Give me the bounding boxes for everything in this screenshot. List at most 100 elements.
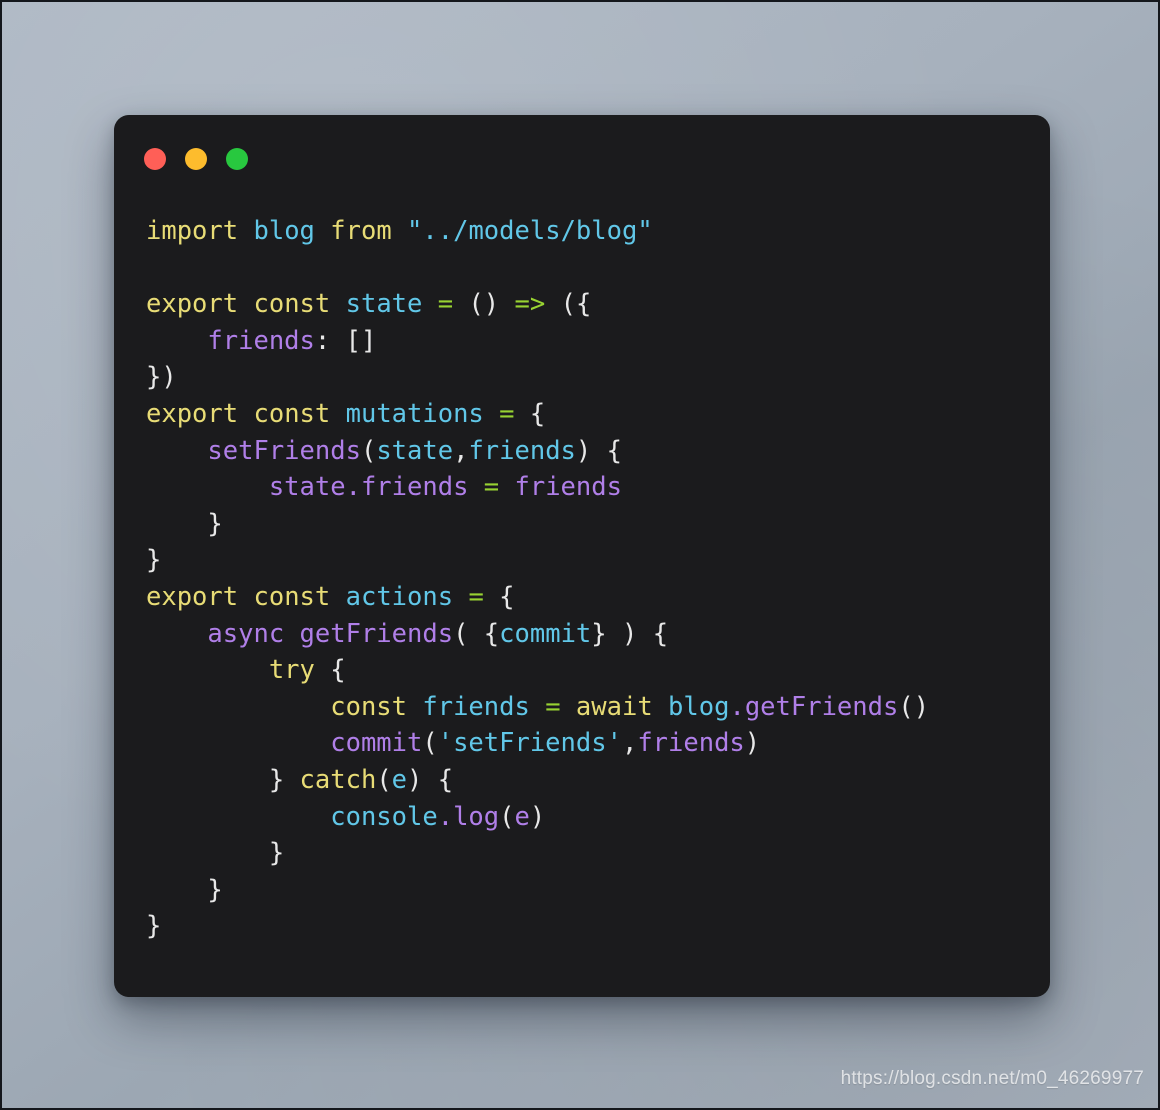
code-line-20: } xyxy=(146,908,1050,945)
token-punct-brace: } xyxy=(146,508,223,539)
code-line-1: import blog from "../models/blog" xyxy=(146,213,1050,250)
watermark-url: https://blog.csdn.net/m0_46269977 xyxy=(840,1068,1144,1089)
code-line-3: export const state = () => ({ xyxy=(146,286,1050,323)
token-function-getfriends: getFriends xyxy=(299,618,454,649)
token-keyword-const: const xyxy=(253,289,331,320)
code-line-13: try { xyxy=(146,652,1050,689)
token-identifier-mutations: mutations xyxy=(345,398,484,429)
code-line-7: setFriends(state,friends) { xyxy=(146,433,1050,470)
token-punct-rparen: ) xyxy=(407,764,423,795)
token-identifier-actions: actions xyxy=(345,581,454,612)
code-line-16: } catch(e) { xyxy=(146,762,1050,799)
token-keyword-await: await xyxy=(575,691,653,722)
token-object-console: console xyxy=(330,801,438,832)
token-keyword-export: export xyxy=(146,398,239,429)
token-keyword-async: async xyxy=(207,618,285,649)
token-string-module-path: "../models/blog" xyxy=(407,216,653,246)
token-object-blog: blog xyxy=(668,691,730,722)
token-punct-lparen: ( xyxy=(499,801,515,832)
token-punct-brace: { xyxy=(652,618,669,649)
token-keyword-from: from xyxy=(330,216,392,246)
token-punct-rparen: ) xyxy=(606,618,653,649)
token-punct-rbrace: } xyxy=(268,764,300,795)
token-method-log: log xyxy=(453,801,500,832)
token-punct-dot: . xyxy=(437,801,454,832)
token-punct-lparen: ( xyxy=(360,435,377,466)
token-keyword-import: import xyxy=(146,216,239,246)
token-property-friends: friends xyxy=(360,472,469,503)
token-punct-dot: . xyxy=(345,472,361,503)
code-line-2-blank xyxy=(146,250,1050,287)
token-operator-assign: = xyxy=(468,581,484,612)
close-window-button[interactable] xyxy=(144,148,166,170)
token-identifier-state: state xyxy=(345,289,423,320)
token-punct-rparen: ) xyxy=(529,801,546,832)
token-punct-rparen: ) xyxy=(575,435,592,466)
token-punct-rparen: ) xyxy=(744,728,761,759)
token-punct-comma: , xyxy=(453,435,469,466)
token-param-commit: commit xyxy=(499,618,592,649)
code-line-10: } xyxy=(146,542,1050,579)
token-operator-assign: = xyxy=(499,398,515,429)
token-punct-brace: } xyxy=(146,874,223,905)
screenshot-root: import blog from "../models/blog" export… xyxy=(0,0,1160,1110)
token-punct-parens: () xyxy=(468,289,500,320)
token-punct-lbrace: { xyxy=(483,618,500,649)
token-param-friends: friends xyxy=(468,435,576,466)
token-keyword-export: export xyxy=(146,289,239,320)
code-line-4: friends: [] xyxy=(146,323,1050,360)
token-param-error: e xyxy=(391,764,408,795)
code-editor-body[interactable]: import blog from "../models/blog" export… xyxy=(114,203,1050,997)
token-arg-friends: friends xyxy=(637,728,745,759)
token-object-state: state xyxy=(268,472,346,503)
token-punct-brace: { xyxy=(330,655,346,686)
code-line-19: } xyxy=(146,872,1050,909)
minimize-window-button[interactable] xyxy=(185,148,207,170)
token-string-setfriends: 'setFriends' xyxy=(437,728,622,759)
code-line-6: export const mutations = { xyxy=(146,396,1050,433)
token-keyword-const: const xyxy=(330,691,407,722)
token-punct-brace: { xyxy=(437,764,454,795)
token-punct-rbrace: } xyxy=(591,618,607,649)
token-identifier-friends: friends xyxy=(422,691,530,722)
code-line-17: console.log(e) xyxy=(146,799,1050,836)
token-identifier-blog: blog xyxy=(253,216,315,246)
maximize-window-button[interactable] xyxy=(226,148,248,170)
token-operator-assign: = xyxy=(437,289,454,320)
token-punct-colon: : xyxy=(314,325,331,356)
code-line-5: }) xyxy=(146,359,1050,396)
token-keyword-const: const xyxy=(253,581,331,612)
token-punct-close: }) xyxy=(146,362,177,393)
code-line-9: } xyxy=(146,506,1050,543)
code-line-14: const friends = await blog.getFriends() xyxy=(146,689,1050,726)
code-line-11: export const actions = { xyxy=(146,579,1050,616)
token-punct-array: [] xyxy=(345,325,377,356)
token-punct-comma: , xyxy=(621,728,638,759)
code-line-15: commit('setFriends',friends) xyxy=(146,725,1050,762)
token-keyword-const: const xyxy=(253,398,331,429)
window-titlebar xyxy=(114,115,1050,203)
token-arg-error: e xyxy=(514,801,530,832)
token-method-getfriends: getFriends xyxy=(744,691,899,722)
token-punct-open: ({ xyxy=(560,289,592,320)
token-punct-lparen: ( xyxy=(422,728,438,759)
token-punct-lparen: ( xyxy=(376,764,392,795)
token-punct-brace: { xyxy=(529,398,546,429)
code-line-8: state.friends = friends xyxy=(146,469,1050,506)
token-function-commit: commit xyxy=(330,728,423,759)
token-punct-dot: . xyxy=(729,691,745,722)
token-operator-assign: = xyxy=(483,472,500,503)
token-keyword-export: export xyxy=(146,581,239,612)
token-property-friends: friends xyxy=(207,325,315,356)
token-punct-brace: } xyxy=(146,545,162,576)
